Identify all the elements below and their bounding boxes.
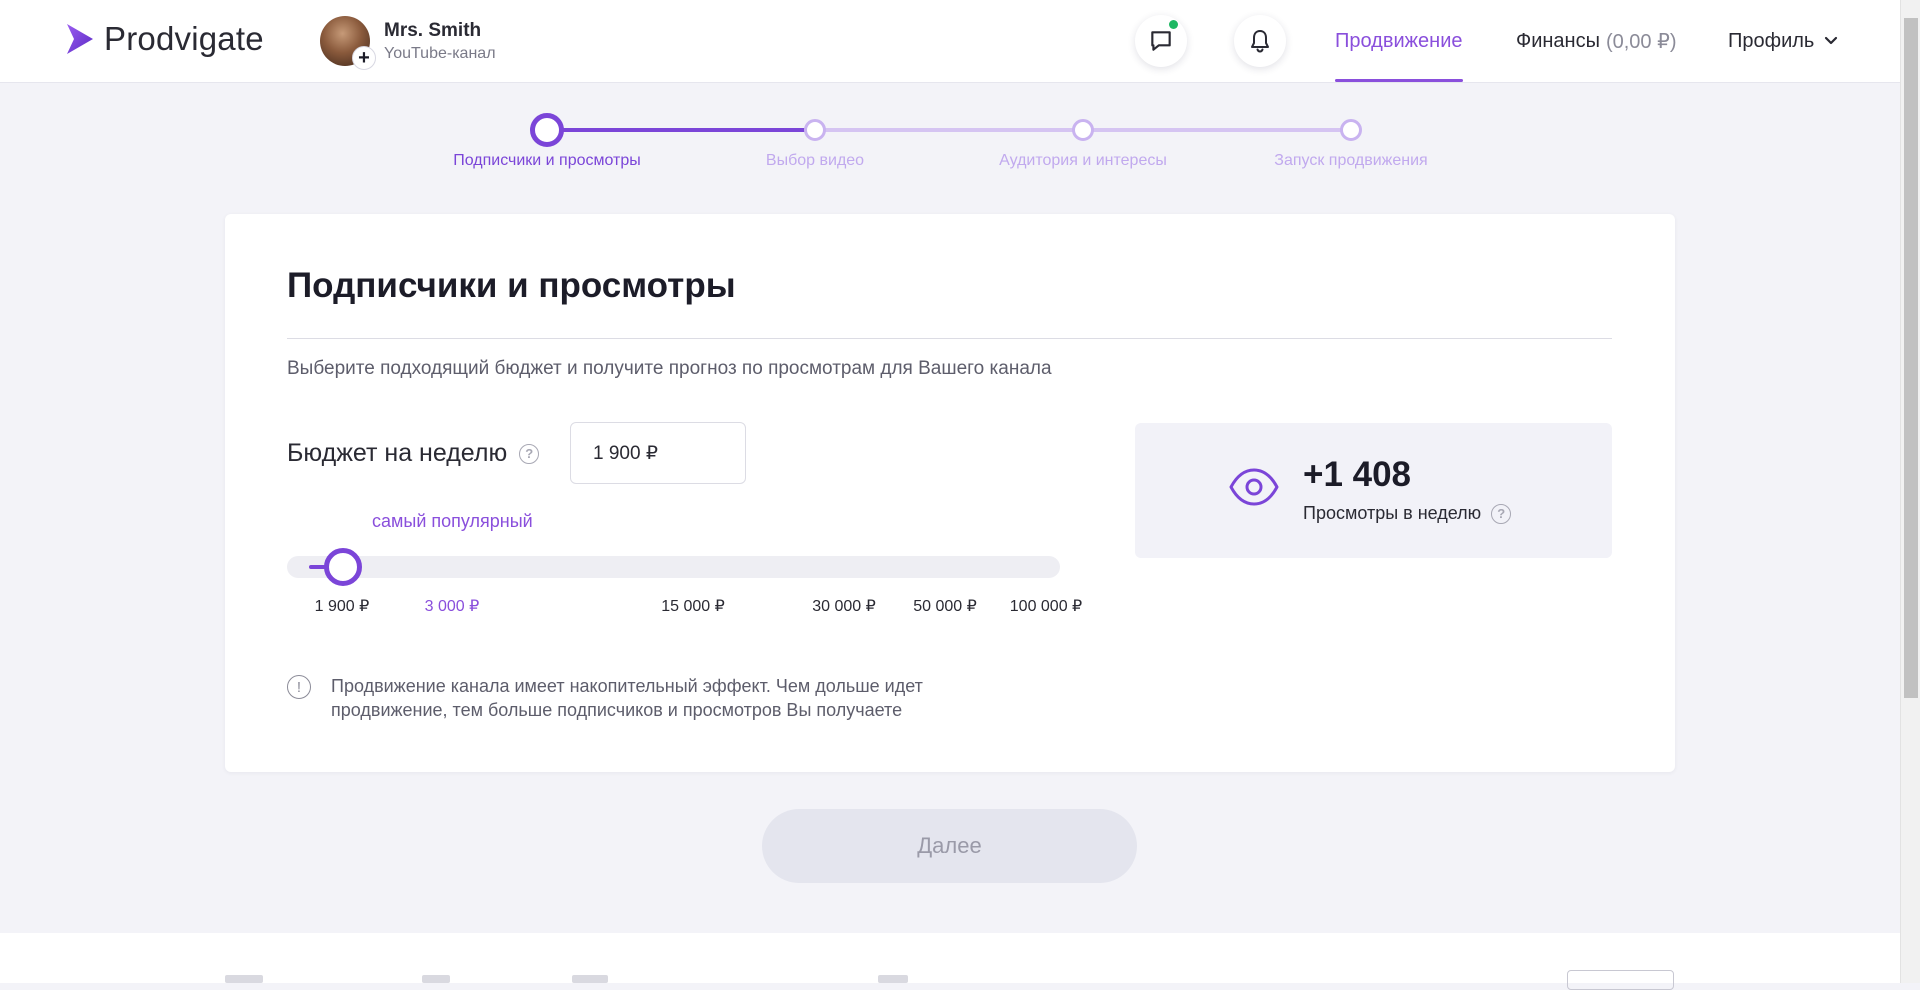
step-label-1[interactable]: Подписчики и просмотры — [427, 152, 667, 170]
top-header: Prodvigate + Mrs. Smith YouTube-канал Пр… — [0, 0, 1900, 83]
popular-label: самый популярный — [372, 511, 533, 531]
messages-button[interactable] — [1135, 15, 1187, 67]
footer-link[interactable] — [572, 975, 608, 983]
logo-text: Prodvigate — [104, 20, 264, 57]
info-icon: ! — [287, 675, 311, 699]
nav-finance-label: Финансы — [1516, 29, 1600, 52]
chat-icon — [1151, 31, 1171, 51]
channel-name: Mrs. Smith — [384, 19, 482, 41]
bell-icon — [1251, 30, 1269, 53]
card-subtitle: Выберите подходящий бюджет и получите пр… — [287, 358, 1052, 379]
views-forecast-label-row: Просмотры в неделю ? — [1303, 503, 1512, 524]
notice-text: Продвижение канала имеет накопительный э… — [331, 676, 923, 720]
step-dot-1[interactable] — [530, 113, 564, 147]
views-forecast-value: +1 408 — [1303, 455, 1412, 494]
eye-icon — [1229, 468, 1279, 506]
nav-finance[interactable]: Финансы (0,00 ₽) — [1516, 0, 1677, 82]
avatar: + — [320, 16, 376, 70]
budget-help-icon[interactable]: ? — [519, 443, 540, 464]
footer-button[interactable] — [1567, 970, 1674, 990]
info-notice: ! Продвижение канала имеет накопительный… — [287, 674, 991, 722]
footer-link[interactable] — [422, 975, 450, 983]
channel-type: YouTube-канал — [384, 44, 496, 62]
slider-tick[interactable]: 1 900 ₽ — [315, 596, 370, 616]
next-button[interactable]: Далее — [762, 809, 1137, 883]
step-label-2[interactable]: Выбор видео — [695, 152, 935, 170]
nav-profile[interactable]: Профиль — [1728, 0, 1838, 82]
online-indicator — [1169, 20, 1178, 29]
nav-profile-label: Профиль — [1728, 29, 1815, 52]
channel-switcher[interactable]: + Mrs. Smith YouTube-канал — [320, 16, 496, 70]
logo-play-icon — [67, 24, 93, 54]
scrollbar-thumb[interactable] — [1904, 18, 1918, 698]
views-help-icon[interactable]: ? — [1491, 503, 1512, 524]
slider-tick[interactable]: 15 000 ₽ — [661, 596, 725, 616]
progress-stepper: Подписчики и просмотры Выбор видео Аудит… — [0, 108, 1900, 178]
channel-info: Mrs. Smith YouTube-канал — [384, 20, 496, 63]
chevron-down-icon — [1825, 36, 1838, 45]
footer-link[interactable] — [225, 975, 263, 983]
slider-tick[interactable]: 100 000 ₽ — [1010, 596, 1082, 616]
slider-tick[interactable]: 50 000 ₽ — [913, 596, 977, 616]
divider — [287, 338, 1612, 339]
slider-tick[interactable]: 30 000 ₽ — [812, 596, 876, 616]
step-dot-4[interactable] — [1340, 119, 1362, 141]
logo[interactable]: Prodvigate — [64, 20, 264, 58]
notifications-button[interactable] — [1234, 15, 1286, 67]
budget-input[interactable] — [570, 422, 746, 484]
footer — [0, 933, 1900, 990]
step-label-3[interactable]: Аудитория и интересы — [963, 152, 1203, 170]
slider-tick-popular[interactable]: 3 000 ₽ — [425, 596, 480, 616]
add-channel-icon[interactable]: + — [352, 46, 376, 70]
views-forecast: +1 408 Просмотры в неделю ? — [1135, 423, 1612, 558]
budget-label: Бюджет на неделю — [287, 439, 508, 467]
nav-promotion[interactable]: Продвижение — [1335, 0, 1463, 82]
views-forecast-label: Просмотры в неделю — [1303, 503, 1482, 523]
budget-slider-track[interactable] — [287, 556, 1060, 578]
step-dot-2[interactable] — [804, 119, 826, 141]
budget-slider-thumb[interactable] — [324, 548, 362, 586]
step-label-4[interactable]: Запуск продвижения — [1231, 152, 1471, 170]
card-title: Подписчики и просмотры — [287, 266, 736, 305]
step-dot-3[interactable] — [1072, 119, 1094, 141]
stepper-line-done — [547, 128, 815, 132]
budget-label-row: Бюджет на неделю ? — [287, 439, 540, 468]
budget-card: Подписчики и просмотры Выберите подходящ… — [225, 214, 1675, 772]
page-scrollbar[interactable] — [1900, 0, 1920, 983]
nav-promotion-label: Продвижение — [1335, 29, 1463, 52]
footer-link[interactable] — [878, 975, 908, 983]
finance-balance: (0,00 ₽) — [1605, 30, 1677, 53]
